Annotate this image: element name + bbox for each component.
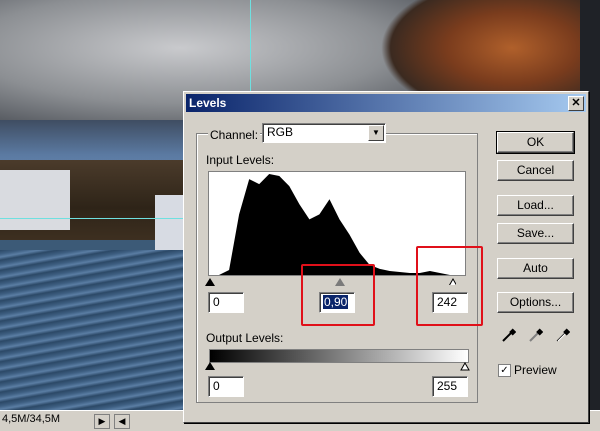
guide-line-horizontal[interactable] (0, 218, 185, 219)
preview-label: Preview (514, 363, 557, 377)
status-arrow-button[interactable]: ▶ (94, 414, 110, 429)
building-left (0, 170, 70, 230)
close-button[interactable]: ✕ (568, 96, 584, 111)
lake-water (0, 250, 185, 410)
output-gradient-bar (209, 349, 469, 363)
input-black-slider[interactable] (205, 278, 215, 286)
preview-checkbox[interactable]: ✓ (498, 364, 511, 377)
guide-line-vertical[interactable] (250, 0, 251, 95)
highlight-white (416, 246, 483, 326)
channel-label: Channel: (208, 128, 261, 142)
building-right (155, 195, 185, 250)
output-white-slider[interactable] (460, 362, 470, 371)
options-button[interactable]: Options... (497, 292, 574, 313)
output-levels-label: Output Levels: (206, 331, 284, 345)
load-button[interactable]: Load... (497, 195, 574, 216)
output-black-field[interactable]: 0 (208, 376, 244, 397)
channel-select[interactable]: RGB ▼ (262, 123, 386, 143)
channel-value: RGB (267, 125, 294, 139)
eyedropper-black-icon[interactable] (500, 328, 516, 344)
scroll-left-button[interactable]: ◀ (114, 414, 130, 429)
output-white-field[interactable]: 255 (432, 376, 468, 397)
eyedropper-white-icon[interactable] (554, 328, 570, 344)
document-size: 4,5M/34,5M (2, 413, 61, 425)
eyedropper-gray-icon[interactable] (527, 328, 543, 344)
save-button[interactable]: Save... (497, 223, 574, 244)
ok-button[interactable]: OK (496, 131, 575, 154)
cancel-button[interactable]: Cancel (497, 160, 574, 181)
chevron-down-icon[interactable]: ▼ (368, 125, 384, 141)
auto-button[interactable]: Auto (497, 258, 574, 279)
highlight-gamma (301, 264, 375, 326)
dialog-titlebar[interactable]: Levels ✕ (186, 94, 586, 112)
dialog-title: Levels (189, 96, 227, 110)
input-levels-label: Input Levels: (206, 153, 275, 167)
input-black-field[interactable]: 0 (208, 292, 244, 313)
output-black-slider[interactable] (205, 362, 215, 370)
